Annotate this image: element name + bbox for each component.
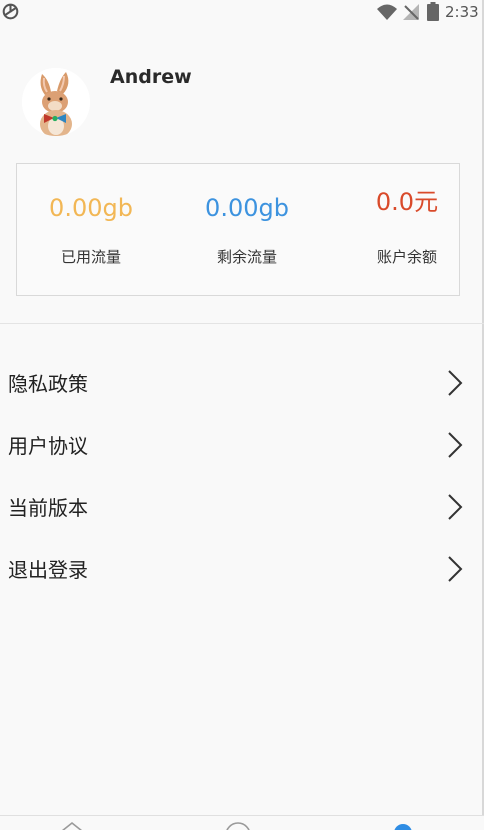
stat-account-balance[interactable]: 0.0元 账户余额 [331, 164, 483, 297]
menu-item-user-agreement[interactable]: 用户协议 [0, 414, 484, 476]
menu-item-logout[interactable]: 退出登录 [0, 538, 484, 600]
divider [0, 323, 484, 324]
wifi-icon [377, 4, 397, 20]
avatar[interactable] [22, 68, 90, 136]
stat-remaining-traffic[interactable]: 0.00gb 剩余流量 [173, 164, 321, 297]
bottom-nav [0, 815, 484, 830]
chevron-right-icon [448, 432, 463, 458]
battery-icon [427, 2, 439, 21]
chevron-right-icon [448, 370, 463, 396]
chevron-right-icon [448, 556, 463, 582]
menu-item-current-version[interactable]: 当前版本 [0, 476, 484, 538]
menu-item-label: 用户协议 [8, 434, 88, 458]
menu-item-label: 隐私政策 [8, 372, 88, 396]
me-tab-icon[interactable] [383, 821, 423, 830]
stat-label: 剩余流量 [216, 248, 277, 266]
stats-card: 0.00gb 已用流量 0.00gb 剩余流量 0.0元 账户余额 [16, 163, 460, 296]
status-time: 2:33 [445, 3, 479, 21]
user-name: Andrew [110, 66, 192, 88]
chevron-right-icon [448, 494, 463, 520]
menu-item-label: 当前版本 [8, 496, 88, 520]
stat-label: 账户余额 [376, 248, 437, 266]
app-sync-icon [2, 3, 19, 20]
stat-value: 0.0元 [375, 188, 439, 216]
discover-tab-icon[interactable] [218, 821, 258, 830]
stat-used-traffic[interactable]: 0.00gb 已用流量 [17, 164, 165, 297]
home-tab-icon[interactable] [52, 821, 92, 830]
stat-label: 已用流量 [60, 248, 121, 266]
status-bar: 2:33 [0, 0, 484, 24]
stat-value: 0.00gb [49, 194, 133, 222]
menu-item-label: 退出登录 [8, 558, 88, 582]
rabbit-avatar-icon [22, 68, 90, 136]
stat-value: 0.00gb [205, 194, 289, 222]
no-signal-icon [403, 4, 419, 20]
screen: 2:33 Andrew 0.00gb 已用流量 0.00gb 剩余流量 0.0元… [0, 0, 484, 830]
menu-item-privacy-policy[interactable]: 隐私政策 [0, 352, 484, 414]
